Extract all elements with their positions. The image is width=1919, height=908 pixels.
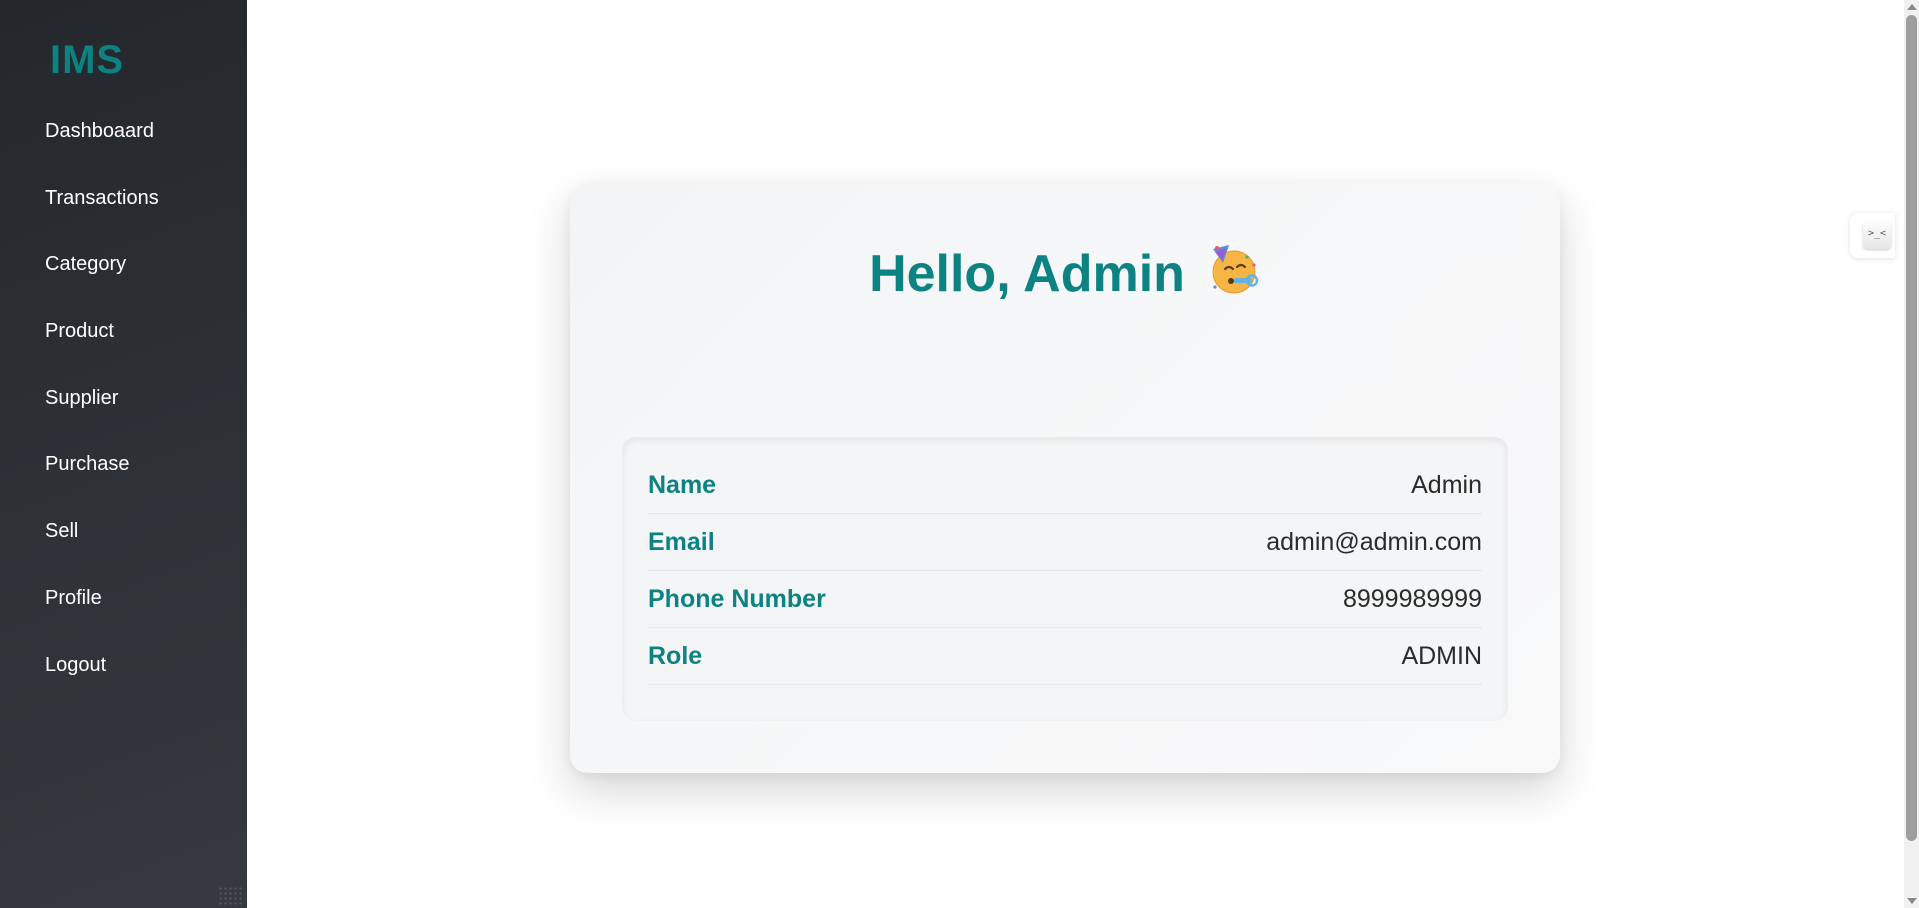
sidebar-item-label: Supplier bbox=[45, 386, 119, 409]
profile-row-name: Name Admin bbox=[648, 457, 1482, 514]
sidebar-item-category[interactable]: Category bbox=[0, 239, 247, 306]
field-label: Email bbox=[648, 527, 715, 556]
partying-face-icon bbox=[1207, 243, 1261, 297]
sidebar-item-label: Logout bbox=[45, 653, 107, 676]
profile-row-email: Email admin@admin.com bbox=[648, 514, 1482, 571]
profile-row-phone: Phone Number 8999989999 bbox=[648, 571, 1482, 628]
sidebar-item-transactions[interactable]: Transactions bbox=[0, 173, 247, 240]
extension-widget[interactable]: >_< bbox=[1850, 213, 1895, 258]
sidebar-item-label: Sell bbox=[45, 520, 79, 543]
sidebar-item-label: Transactions bbox=[45, 186, 159, 209]
resize-grip-icon[interactable] bbox=[218, 886, 244, 906]
scroll-down-arrow-icon[interactable] bbox=[1907, 898, 1917, 904]
sidebar-item-label: Dashboaard bbox=[45, 120, 154, 142]
field-label: Name bbox=[648, 470, 717, 499]
extension-face-icon[interactable]: >_< bbox=[1863, 221, 1891, 249]
sidebar-item-dashboard[interactable]: Dashboaard bbox=[0, 106, 247, 173]
sidebar-item-logout[interactable]: Logout bbox=[0, 640, 247, 707]
field-label: Role bbox=[648, 641, 703, 670]
app-root: IMS Dashboaard Transactions Category Pro… bbox=[0, 0, 1919, 908]
sidebar-item-profile[interactable]: Profile bbox=[0, 573, 247, 640]
sidebar-nav: Dashboaard Transactions Category Product… bbox=[0, 106, 247, 706]
field-value: 8999989999 bbox=[1342, 584, 1482, 613]
profile-card: Hello, Admin Name Admin Email admin@admi… bbox=[570, 183, 1560, 773]
sidebar-item-label: Category bbox=[45, 253, 127, 276]
field-value: Admin bbox=[1411, 470, 1482, 499]
field-value: admin@admin.com bbox=[1266, 527, 1482, 556]
profile-row-role: Role ADMIN bbox=[648, 628, 1482, 685]
page-title: Hello, Admin bbox=[570, 243, 1560, 304]
vertical-scrollbar[interactable] bbox=[1904, 0, 1919, 908]
sidebar-item-label: Purchase bbox=[45, 453, 130, 476]
sidebar: IMS Dashboaard Transactions Category Pro… bbox=[0, 0, 247, 908]
sidebar-item-label: Profile bbox=[45, 586, 102, 609]
field-value: ADMIN bbox=[1401, 641, 1482, 670]
greeting-text: Hello, Admin bbox=[869, 245, 1185, 303]
brand-logo[interactable]: IMS bbox=[50, 38, 124, 83]
scroll-up-arrow-icon[interactable] bbox=[1907, 4, 1917, 10]
sidebar-item-purchase[interactable]: Purchase bbox=[0, 439, 247, 506]
sidebar-item-product[interactable]: Product bbox=[0, 306, 247, 373]
sidebar-item-label: Product bbox=[45, 320, 114, 343]
field-label: Phone Number bbox=[648, 584, 826, 613]
sidebar-item-sell[interactable]: Sell bbox=[0, 506, 247, 573]
sidebar-item-supplier[interactable]: Supplier bbox=[0, 373, 247, 440]
scrollbar-thumb[interactable] bbox=[1906, 15, 1917, 841]
profile-details: Name Admin Email admin@admin.com Phone N… bbox=[622, 437, 1508, 721]
